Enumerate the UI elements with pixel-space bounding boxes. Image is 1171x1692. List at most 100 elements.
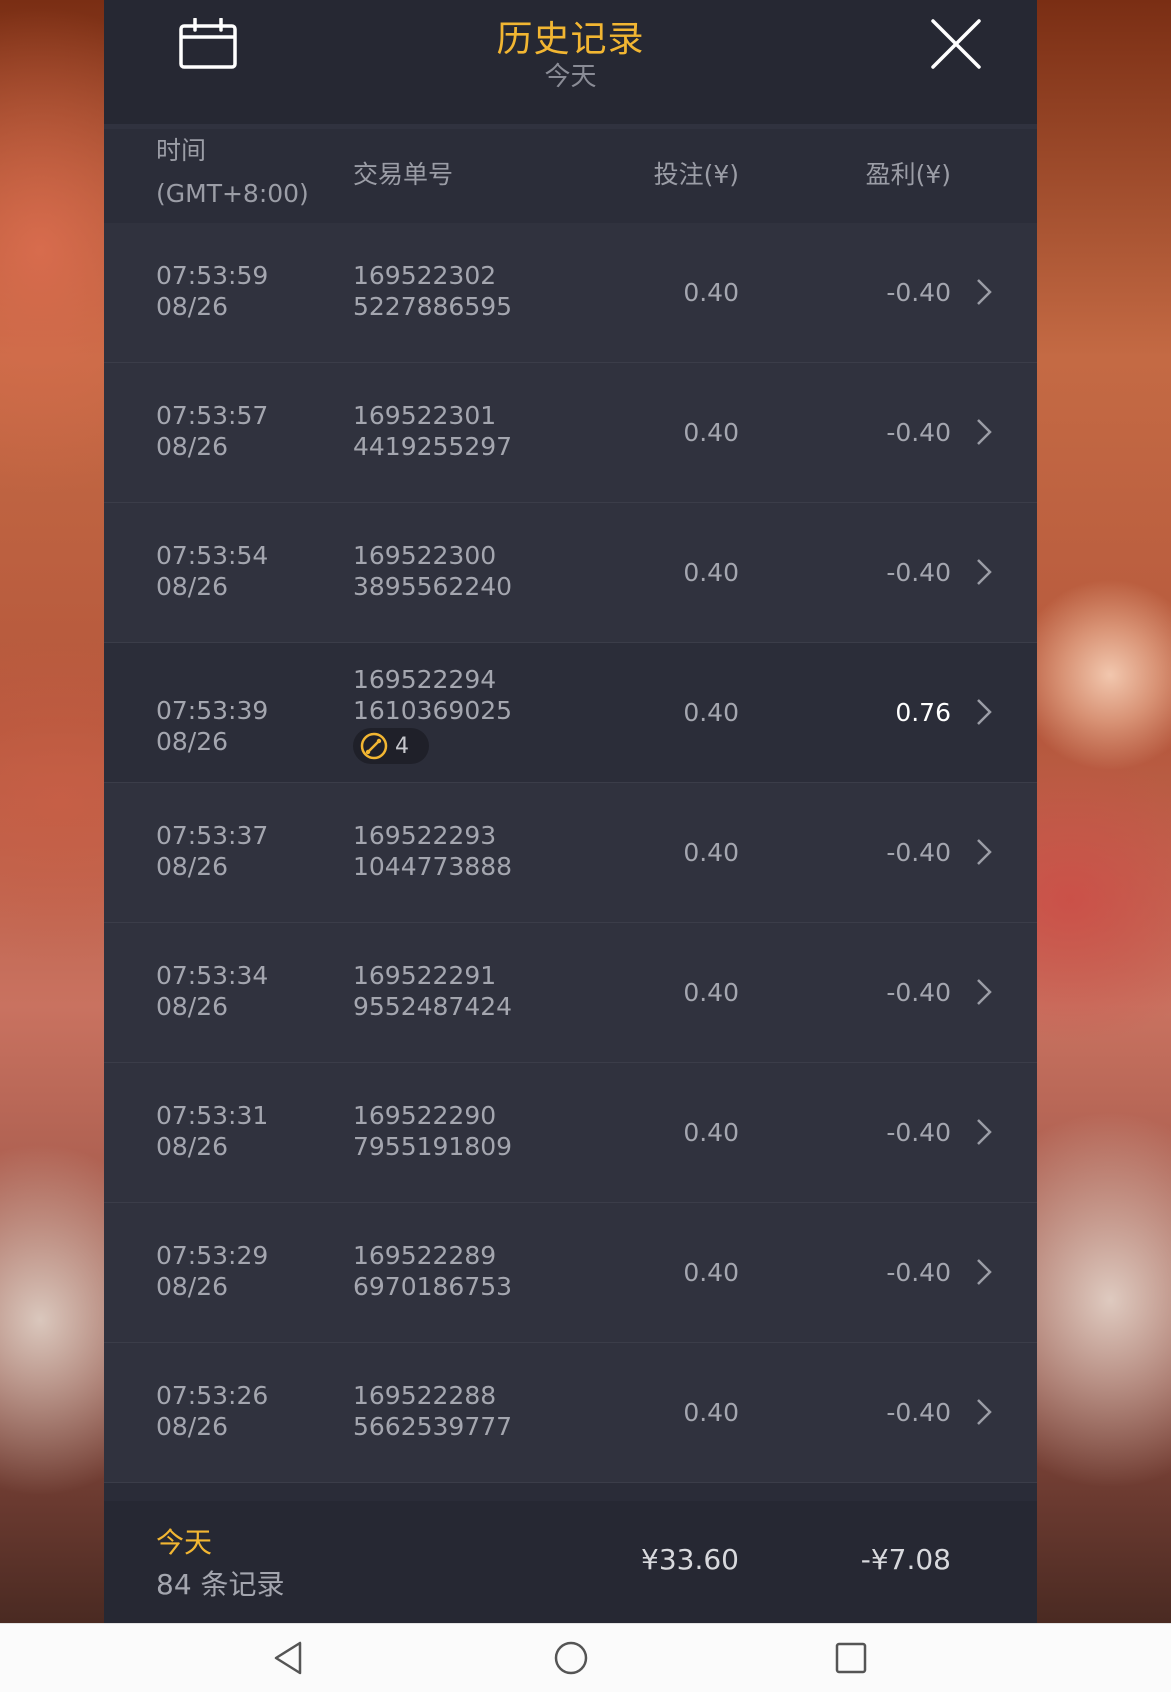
row-time: 07:53:37 08/26 bbox=[156, 820, 268, 882]
row-profit: -0.40 bbox=[886, 978, 951, 1007]
feature-badge: 4 bbox=[353, 728, 429, 764]
chevron-right-icon[interactable] bbox=[975, 417, 993, 447]
row-time: 07:53:31 08/26 bbox=[156, 1100, 268, 1162]
table-row[interactable]: 07:53:39 08/26 169522294 1610369025 4 0.… bbox=[104, 643, 1037, 783]
time-value: 07:53:54 bbox=[156, 541, 269, 570]
home-icon[interactable] bbox=[551, 1638, 591, 1678]
chevron-right-icon[interactable] bbox=[975, 277, 993, 307]
summary-total-bet: ¥33.60 bbox=[641, 1543, 739, 1576]
date-value: 08/26 bbox=[156, 1272, 229, 1301]
row-order-number: 169522290 7955191809 bbox=[353, 1100, 512, 1162]
table-row[interactable]: 07:53:34 08/26 169522291 9552487424 0.40… bbox=[104, 923, 1037, 1063]
row-profit: -0.40 bbox=[886, 1398, 951, 1427]
time-value: 07:53:31 bbox=[156, 1101, 269, 1130]
column-header-time: 时间 (GMT+8:00) bbox=[156, 129, 309, 215]
row-time: 07:53:57 08/26 bbox=[156, 400, 268, 462]
row-order-number: 169522302 5227886595 bbox=[353, 260, 512, 322]
column-header-order: 交易单号 bbox=[353, 160, 454, 189]
date-value: 08/26 bbox=[156, 992, 229, 1021]
row-profit: 0.76 bbox=[895, 698, 951, 727]
row-profit: -0.40 bbox=[886, 278, 951, 307]
table-row[interactable]: 07:53:29 08/26 169522289 6970186753 0.40… bbox=[104, 1203, 1037, 1343]
row-bet: 0.40 bbox=[683, 1258, 739, 1287]
column-header-timezone: (GMT+8:00) bbox=[156, 179, 309, 208]
table-header: 时间 (GMT+8:00) 交易单号 投注(¥) 盈利(¥) bbox=[104, 129, 1037, 223]
back-icon[interactable] bbox=[270, 1638, 310, 1678]
order-number-part1: 169522294 bbox=[353, 665, 497, 694]
chevron-right-icon[interactable] bbox=[975, 697, 993, 727]
order-number-part1: 169522289 bbox=[353, 1241, 497, 1270]
column-header-bet: 投注(¥) bbox=[653, 160, 739, 189]
recents-icon[interactable] bbox=[831, 1638, 871, 1678]
page-subtitle: 今天 bbox=[544, 62, 597, 92]
order-number-part2: 3895562240 bbox=[353, 572, 513, 601]
summary-footer: 今天 84 条记录 ¥33.60 -¥7.08 bbox=[104, 1501, 1037, 1623]
summary-record-count: 84 条记录 bbox=[156, 1568, 285, 1601]
order-number-part1: 169522290 bbox=[353, 1101, 497, 1130]
row-order-number: 169522294 1610369025 4 bbox=[353, 664, 512, 768]
table-row[interactable]: 07:53:59 08/26 169522302 5227886595 0.40… bbox=[104, 223, 1037, 363]
row-order-number: 169522288 5662539777 bbox=[353, 1380, 512, 1442]
row-order-number: 169522301 4419255297 bbox=[353, 400, 512, 462]
column-header-profit: 盈利(¥) bbox=[865, 160, 951, 189]
close-icon[interactable] bbox=[930, 18, 982, 70]
header-bar: 历史记录 今天 bbox=[104, 0, 1037, 129]
row-bet: 0.40 bbox=[683, 838, 739, 867]
badge-count: 4 bbox=[395, 733, 409, 759]
order-number-part1: 169522293 bbox=[353, 821, 497, 850]
table-row[interactable]: 07:53:37 08/26 169522293 1044773888 0.40… bbox=[104, 783, 1037, 923]
chevron-right-icon[interactable] bbox=[975, 837, 993, 867]
order-number-part2: 7955191809 bbox=[353, 1132, 513, 1161]
row-time: 07:53:29 08/26 bbox=[156, 1240, 268, 1302]
chevron-right-icon[interactable] bbox=[975, 1257, 993, 1287]
row-bet: 0.40 bbox=[683, 1118, 739, 1147]
chevron-right-icon[interactable] bbox=[975, 977, 993, 1007]
order-number-part1: 169522288 bbox=[353, 1381, 497, 1410]
table-row[interactable]: 07:53:54 08/26 169522300 3895562240 0.40… bbox=[104, 503, 1037, 643]
order-number-part1: 169522300 bbox=[353, 541, 497, 570]
order-number-part2: 1610369025 bbox=[353, 696, 513, 725]
row-time: 07:53:54 08/26 bbox=[156, 540, 268, 602]
summary-period: 今天 bbox=[156, 1526, 213, 1559]
row-bet: 0.40 bbox=[683, 278, 739, 307]
row-time: 07:53:34 08/26 bbox=[156, 960, 268, 1022]
date-value: 08/26 bbox=[156, 727, 229, 756]
time-value: 07:53:39 bbox=[156, 696, 269, 725]
row-time: 07:53:59 08/26 bbox=[156, 260, 268, 322]
row-order-number: 169522300 3895562240 bbox=[353, 540, 512, 602]
row-time: 07:53:26 08/26 bbox=[156, 1380, 268, 1442]
row-profit: -0.40 bbox=[886, 558, 951, 587]
table-row[interactable]: 07:53:31 08/26 169522290 7955191809 0.40… bbox=[104, 1063, 1037, 1203]
order-number-part2: 6970186753 bbox=[353, 1272, 513, 1301]
date-value: 08/26 bbox=[156, 1412, 229, 1441]
time-value: 07:53:57 bbox=[156, 401, 269, 430]
order-number-part1: 169522301 bbox=[353, 401, 497, 430]
table-row[interactable]: 07:53:57 08/26 169522301 4419255297 0.40… bbox=[104, 363, 1037, 503]
date-value: 08/26 bbox=[156, 572, 229, 601]
row-profit: -0.40 bbox=[886, 838, 951, 867]
row-bet: 0.40 bbox=[683, 418, 739, 447]
chevron-right-icon[interactable] bbox=[975, 557, 993, 587]
row-profit: -0.40 bbox=[886, 418, 951, 447]
row-bet: 0.40 bbox=[683, 698, 739, 727]
history-list: 07:53:59 08/26 169522302 5227886595 0.40… bbox=[104, 223, 1037, 1483]
date-value: 08/26 bbox=[156, 432, 229, 461]
date-value: 08/26 bbox=[156, 852, 229, 881]
table-row[interactable]: 07:53:26 08/26 169522288 5662539777 0.40… bbox=[104, 1343, 1037, 1483]
time-value: 07:53:37 bbox=[156, 821, 269, 850]
order-number-part2: 5227886595 bbox=[353, 292, 513, 321]
history-panel: 历史记录 今天 时间 (GMT+8:00) 交易单号 投注(¥) 盈利(¥) 0… bbox=[104, 0, 1037, 1623]
row-profit: -0.40 bbox=[886, 1118, 951, 1147]
time-value: 07:53:26 bbox=[156, 1381, 269, 1410]
row-order-number: 169522291 9552487424 bbox=[353, 960, 512, 1022]
chevron-right-icon[interactable] bbox=[975, 1397, 993, 1427]
chevron-right-icon[interactable] bbox=[975, 1117, 993, 1147]
order-number-part2: 9552487424 bbox=[353, 992, 513, 1021]
page-title: 历史记录 bbox=[496, 19, 645, 60]
date-value: 08/26 bbox=[156, 1132, 229, 1161]
time-value: 07:53:59 bbox=[156, 261, 269, 290]
time-value: 07:53:34 bbox=[156, 961, 269, 990]
order-number-part2: 5662539777 bbox=[353, 1412, 513, 1441]
row-order-number: 169522289 6970186753 bbox=[353, 1240, 512, 1302]
order-number-part2: 1044773888 bbox=[353, 852, 513, 881]
